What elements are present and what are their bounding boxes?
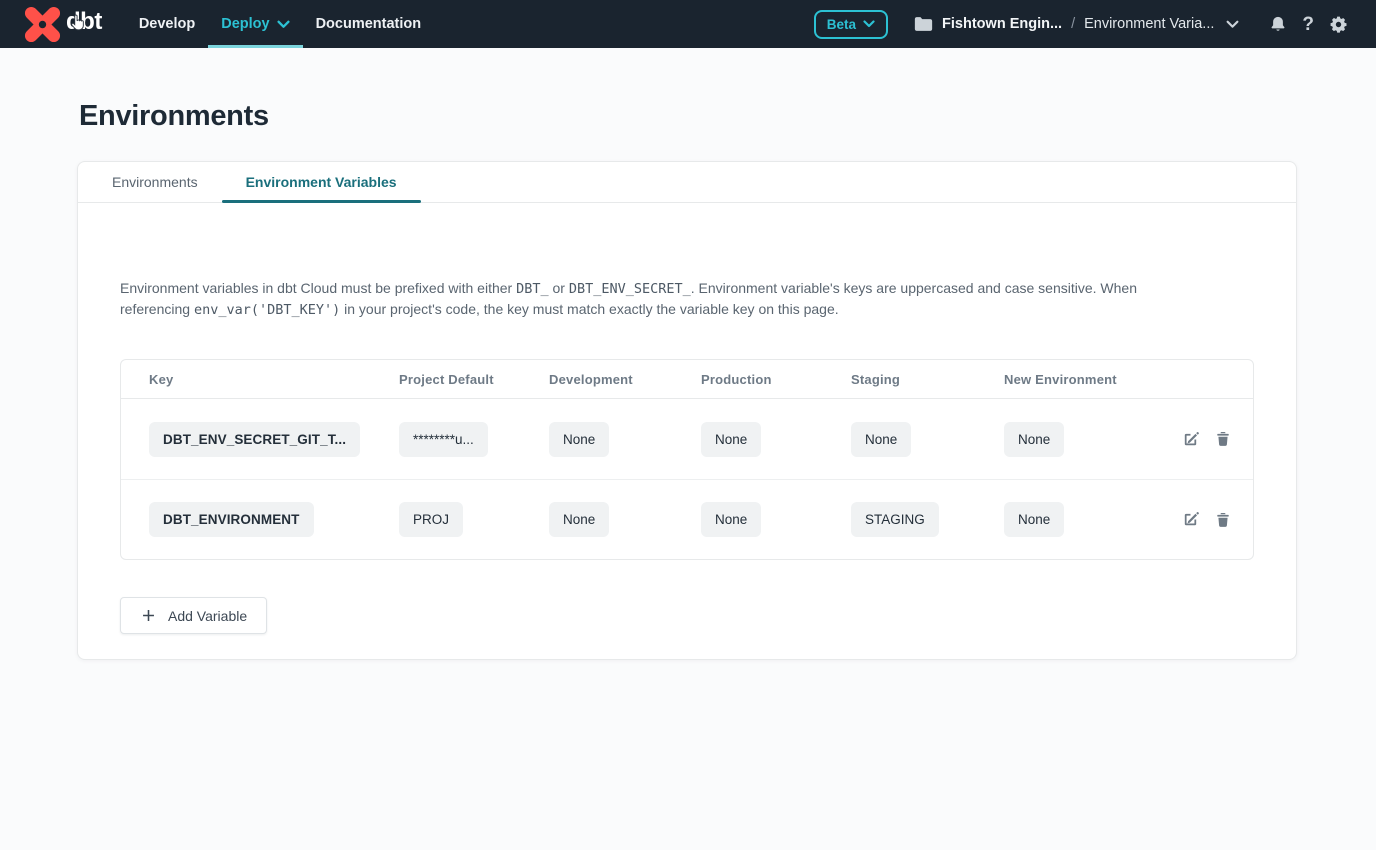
row-actions: [1180, 509, 1232, 530]
page-title: Environments: [79, 100, 1376, 133]
edit-variable-button[interactable]: [1180, 509, 1201, 530]
row-actions: [1180, 429, 1232, 450]
nav-item-label: Deploy: [221, 16, 269, 32]
main-nav: Develop Deploy Documentation: [126, 0, 434, 48]
project-default-value: ********u...: [399, 422, 488, 457]
dbt-logo[interactable]: dbt: [24, 6, 102, 43]
breadcrumb-project[interactable]: Fishtown Engin...: [942, 16, 1062, 32]
add-variable-label: Add Variable: [168, 608, 247, 624]
breadcrumb[interactable]: Fishtown Engin... / Environment Varia...: [914, 16, 1239, 32]
nav-item-label: Develop: [139, 16, 195, 32]
beta-label: Beta: [827, 17, 856, 32]
dbt-logo-text: dbt: [66, 10, 102, 38]
notifications-button[interactable]: [1269, 14, 1287, 34]
breadcrumb-page[interactable]: Environment Varia...: [1084, 16, 1214, 32]
edit-pencil-icon: [1180, 509, 1201, 530]
description-text: Environment variables in dbt Cloud must …: [120, 278, 1160, 320]
column-header-development: Development: [549, 372, 701, 387]
variable-key-value: DBT_ENV_SECRET_GIT_T...: [149, 422, 360, 457]
production-value: None: [701, 422, 761, 457]
nav-item-documentation[interactable]: Documentation: [303, 0, 435, 48]
new-environment-value: None: [1004, 422, 1064, 457]
variable-key-value: DBT_ENVIRONMENT: [149, 502, 314, 537]
active-nav-underline: [208, 45, 302, 48]
column-header-key: Key: [149, 372, 399, 387]
development-value: None: [549, 502, 609, 537]
top-navbar: dbt Develop Deploy Documentation Beta: [0, 0, 1376, 48]
trash-icon: [1214, 429, 1232, 449]
new-environment-value: None: [1004, 502, 1064, 537]
navbar-right: Beta Fishtown Engin... / Environment Var…: [814, 10, 1348, 39]
edit-pencil-icon: [1180, 429, 1201, 450]
chevron-down-icon: [277, 20, 290, 29]
dbt-logo-icon: [24, 6, 61, 43]
tab-environment-variables[interactable]: Environment Variables: [222, 162, 421, 202]
delete-variable-button[interactable]: [1214, 510, 1232, 530]
folder-icon: [914, 16, 933, 32]
column-header-production: Production: [701, 372, 851, 387]
navbar-icon-group: ?: [1269, 14, 1348, 34]
environment-variables-table: Key Project Default Development Producti…: [120, 359, 1254, 560]
staging-value: None: [851, 422, 911, 457]
bell-icon: [1269, 14, 1287, 34]
staging-value: STAGING: [851, 502, 939, 537]
table-header-row: Key Project Default Development Producti…: [121, 360, 1253, 399]
tab-bar: Environments Environment Variables: [78, 162, 1296, 203]
column-header-staging: Staging: [851, 372, 1004, 387]
nav-item-develop[interactable]: Develop: [126, 0, 208, 48]
help-button[interactable]: ?: [1302, 15, 1314, 34]
trash-icon: [1214, 510, 1232, 530]
chevron-down-icon[interactable]: [1226, 20, 1239, 29]
tab-label: Environments: [112, 174, 198, 190]
beta-dropdown[interactable]: Beta: [814, 10, 888, 39]
tab-label: Environment Variables: [246, 174, 397, 190]
chevron-down-icon: [863, 20, 875, 28]
settings-button[interactable]: [1329, 15, 1348, 34]
development-value: None: [549, 422, 609, 457]
production-value: None: [701, 502, 761, 537]
delete-variable-button[interactable]: [1214, 429, 1232, 449]
table-row: DBT_ENV_SECRET_GIT_T... ********u... Non…: [121, 399, 1253, 479]
project-default-value: PROJ: [399, 502, 463, 537]
nav-item-deploy[interactable]: Deploy: [208, 0, 302, 48]
card-content: Environment variables in dbt Cloud must …: [78, 203, 1296, 659]
nav-item-label: Documentation: [316, 16, 422, 32]
add-variable-button[interactable]: Add Variable: [120, 597, 267, 634]
column-header-new-environment: New Environment: [1004, 372, 1180, 387]
breadcrumb-separator: /: [1071, 16, 1075, 32]
column-header-project-default: Project Default: [399, 372, 549, 387]
gear-icon: [1329, 15, 1348, 34]
edit-variable-button[interactable]: [1180, 429, 1201, 450]
environments-card: Environments Environment Variables Envir…: [77, 161, 1297, 660]
plus-icon: [140, 607, 157, 624]
tab-environments[interactable]: Environments: [88, 162, 222, 202]
question-mark-icon: ?: [1302, 15, 1314, 34]
table-row: DBT_ENVIRONMENT PROJ None None STAGING N…: [121, 479, 1253, 559]
